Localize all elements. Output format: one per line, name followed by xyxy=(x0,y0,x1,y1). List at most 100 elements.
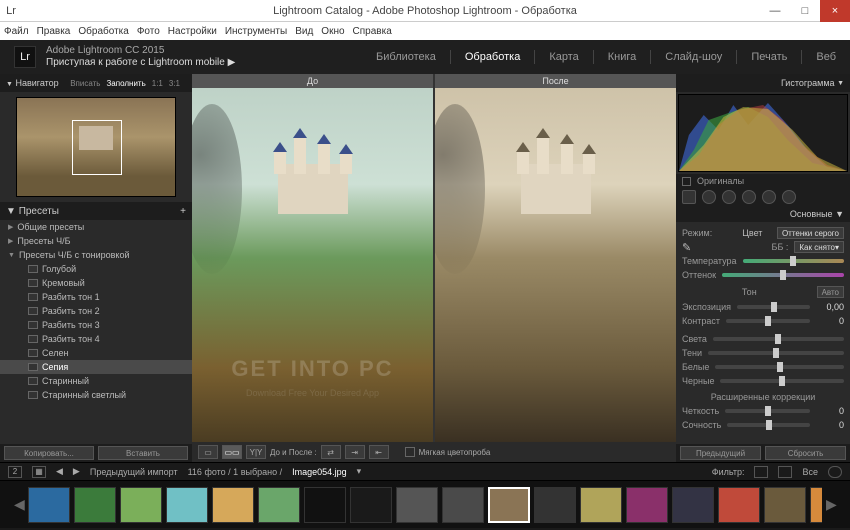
filmstrip-thumb[interactable] xyxy=(350,487,392,523)
ba-copy-rtl-button[interactable]: ⇤ xyxy=(369,445,389,459)
preset-folder[interactable]: ▶Пресеты Ч/Б xyxy=(0,234,192,248)
basic-panel-header[interactable]: Основные ▼ xyxy=(676,206,850,222)
module-слайд-шоу[interactable]: Слайд-шоу xyxy=(665,51,722,63)
preset-item[interactable]: Разбить тон 2 xyxy=(0,304,192,318)
preset-item[interactable]: Кремовый xyxy=(0,276,192,290)
previous-button[interactable]: Предыдущий xyxy=(680,446,761,460)
navigator-header[interactable]: ▼ Навигатор Вписать Заполнить 1:1 3:1 xyxy=(0,74,192,92)
filmstrip-thumb[interactable] xyxy=(74,487,116,523)
radial-tool[interactable] xyxy=(762,190,776,204)
compare-view-button[interactable]: ▭▭ xyxy=(222,445,242,459)
filmstrip-thumb[interactable] xyxy=(396,487,438,523)
filmstrip-thumb[interactable] xyxy=(120,487,162,523)
filter-off[interactable]: Все xyxy=(802,467,818,477)
menu-обработка[interactable]: Обработка xyxy=(78,26,128,37)
preset-folder[interactable]: ▼Пресеты Ч/Б с тонировкой xyxy=(0,248,192,262)
treatment-color[interactable]: Цвет xyxy=(742,228,762,238)
filmstrip-thumb[interactable] xyxy=(810,487,822,523)
filmstrip-thumb[interactable] xyxy=(764,487,806,523)
filmstrip-thumb[interactable] xyxy=(626,487,668,523)
menu-вид[interactable]: Вид xyxy=(295,26,313,37)
ba-copy-ltr-button[interactable]: ⇥ xyxy=(345,445,365,459)
clarity-slider[interactable] xyxy=(725,409,810,413)
tint-slider[interactable] xyxy=(722,273,844,277)
contrast-value[interactable]: 0 xyxy=(816,316,844,326)
nav-fwd-icon[interactable]: ▶ xyxy=(73,466,80,477)
blacks-slider[interactable] xyxy=(720,379,844,383)
menu-фото[interactable]: Фото xyxy=(137,26,160,37)
nav-3-1[interactable]: 3:1 xyxy=(169,79,180,88)
vibrance-slider[interactable] xyxy=(727,423,810,427)
filmstrip-thumb[interactable] xyxy=(442,487,484,523)
filmstrip-left-arrow[interactable]: ◀ xyxy=(14,496,24,513)
menu-настройки[interactable]: Настройки xyxy=(168,26,217,37)
loupe-view-button[interactable]: ▭ xyxy=(198,445,218,459)
preset-item[interactable]: Голубой xyxy=(0,262,192,276)
navigator-preview[interactable] xyxy=(0,92,192,202)
originals-checkbox[interactable] xyxy=(682,177,691,186)
filmstrip-thumb[interactable] xyxy=(488,487,530,523)
window-minimize-button[interactable]: — xyxy=(760,0,790,22)
filmstrip-thumb[interactable] xyxy=(304,487,346,523)
filmstrip-source[interactable]: Предыдущий импорт xyxy=(90,467,178,477)
menu-окно[interactable]: Окно xyxy=(321,26,344,37)
filmstrip-thumb[interactable] xyxy=(580,487,622,523)
grid-view-icon[interactable]: ▦ xyxy=(32,466,46,478)
highlights-slider[interactable] xyxy=(713,337,844,341)
preset-item[interactable]: Разбить тон 1 xyxy=(0,290,192,304)
module-обработка[interactable]: Обработка xyxy=(465,51,520,63)
module-карта[interactable]: Карта xyxy=(549,51,578,63)
copy-button[interactable]: Копировать... xyxy=(4,446,94,460)
window-maximize-button[interactable]: □ xyxy=(790,0,820,22)
module-веб[interactable]: Веб xyxy=(816,51,836,63)
module-библиотека[interactable]: Библиотека xyxy=(376,51,436,63)
filmstrip-thumb[interactable] xyxy=(672,487,714,523)
filmstrip-thumb[interactable] xyxy=(534,487,576,523)
reset-button[interactable]: Сбросить xyxy=(765,446,846,460)
filmstrip-thumb[interactable] xyxy=(258,487,300,523)
preset-item[interactable]: Разбить тон 4 xyxy=(0,332,192,346)
presets-header[interactable]: ▼ Пресеты + xyxy=(0,202,192,220)
filter-flag-button[interactable] xyxy=(754,466,768,478)
exposure-value[interactable]: 0,00 xyxy=(816,302,844,312)
module-печать[interactable]: Печать xyxy=(751,51,787,63)
preset-item[interactable]: Старинный xyxy=(0,374,192,388)
second-window-button[interactable]: 2 xyxy=(8,466,22,478)
filmstrip-thumb[interactable] xyxy=(212,487,254,523)
histogram[interactable] xyxy=(678,94,848,172)
vibrance-value[interactable]: 0 xyxy=(816,420,844,430)
wb-select[interactable]: Как снято ▾ xyxy=(794,241,844,253)
paste-button[interactable]: Вставить xyxy=(98,446,188,460)
contrast-slider[interactable] xyxy=(726,319,810,323)
preset-item[interactable]: Старинный светлый xyxy=(0,388,192,402)
ba-yy-button[interactable]: Y|Y xyxy=(246,445,266,459)
auto-tone-button[interactable]: Авто xyxy=(817,286,844,298)
preset-item[interactable]: Селен xyxy=(0,346,192,360)
whites-slider[interactable] xyxy=(715,365,844,369)
menu-справка[interactable]: Справка xyxy=(353,26,392,37)
module-книга[interactable]: Книга xyxy=(608,51,637,63)
redeye-tool[interactable] xyxy=(722,190,736,204)
filter-lock-icon[interactable] xyxy=(828,466,842,478)
filmstrip-thumb[interactable] xyxy=(166,487,208,523)
nav-1-1[interactable]: 1:1 xyxy=(152,79,163,88)
nav-back-icon[interactable]: ◀ xyxy=(56,466,63,477)
add-preset-button[interactable]: + xyxy=(180,206,186,217)
brush-tool[interactable] xyxy=(782,190,796,204)
brand-mobile-link[interactable]: Приступая к работе с Lightroom mobile xyxy=(46,57,225,68)
gradient-tool[interactable] xyxy=(742,190,756,204)
filmstrip-thumb[interactable] xyxy=(28,487,70,523)
temp-slider[interactable] xyxy=(743,259,844,263)
ba-swap-button[interactable]: ⇄ xyxy=(321,445,341,459)
crop-tool[interactable] xyxy=(682,190,696,204)
preset-item[interactable]: Сепия xyxy=(0,360,192,374)
clarity-value[interactable]: 0 xyxy=(816,406,844,416)
filter-rating-button[interactable] xyxy=(778,466,792,478)
preset-item[interactable]: Разбить тон 3 xyxy=(0,318,192,332)
spot-tool[interactable] xyxy=(702,190,716,204)
before-after-compare[interactable]: До GET INTO PC Download Free Your Desire… xyxy=(192,74,676,442)
preset-folder[interactable]: ▶Общие пресеты xyxy=(0,220,192,234)
menu-файл[interactable]: Файл xyxy=(4,26,29,37)
menu-правка[interactable]: Правка xyxy=(37,26,71,37)
treatment-grayscale[interactable]: Оттенки серого xyxy=(777,227,844,239)
